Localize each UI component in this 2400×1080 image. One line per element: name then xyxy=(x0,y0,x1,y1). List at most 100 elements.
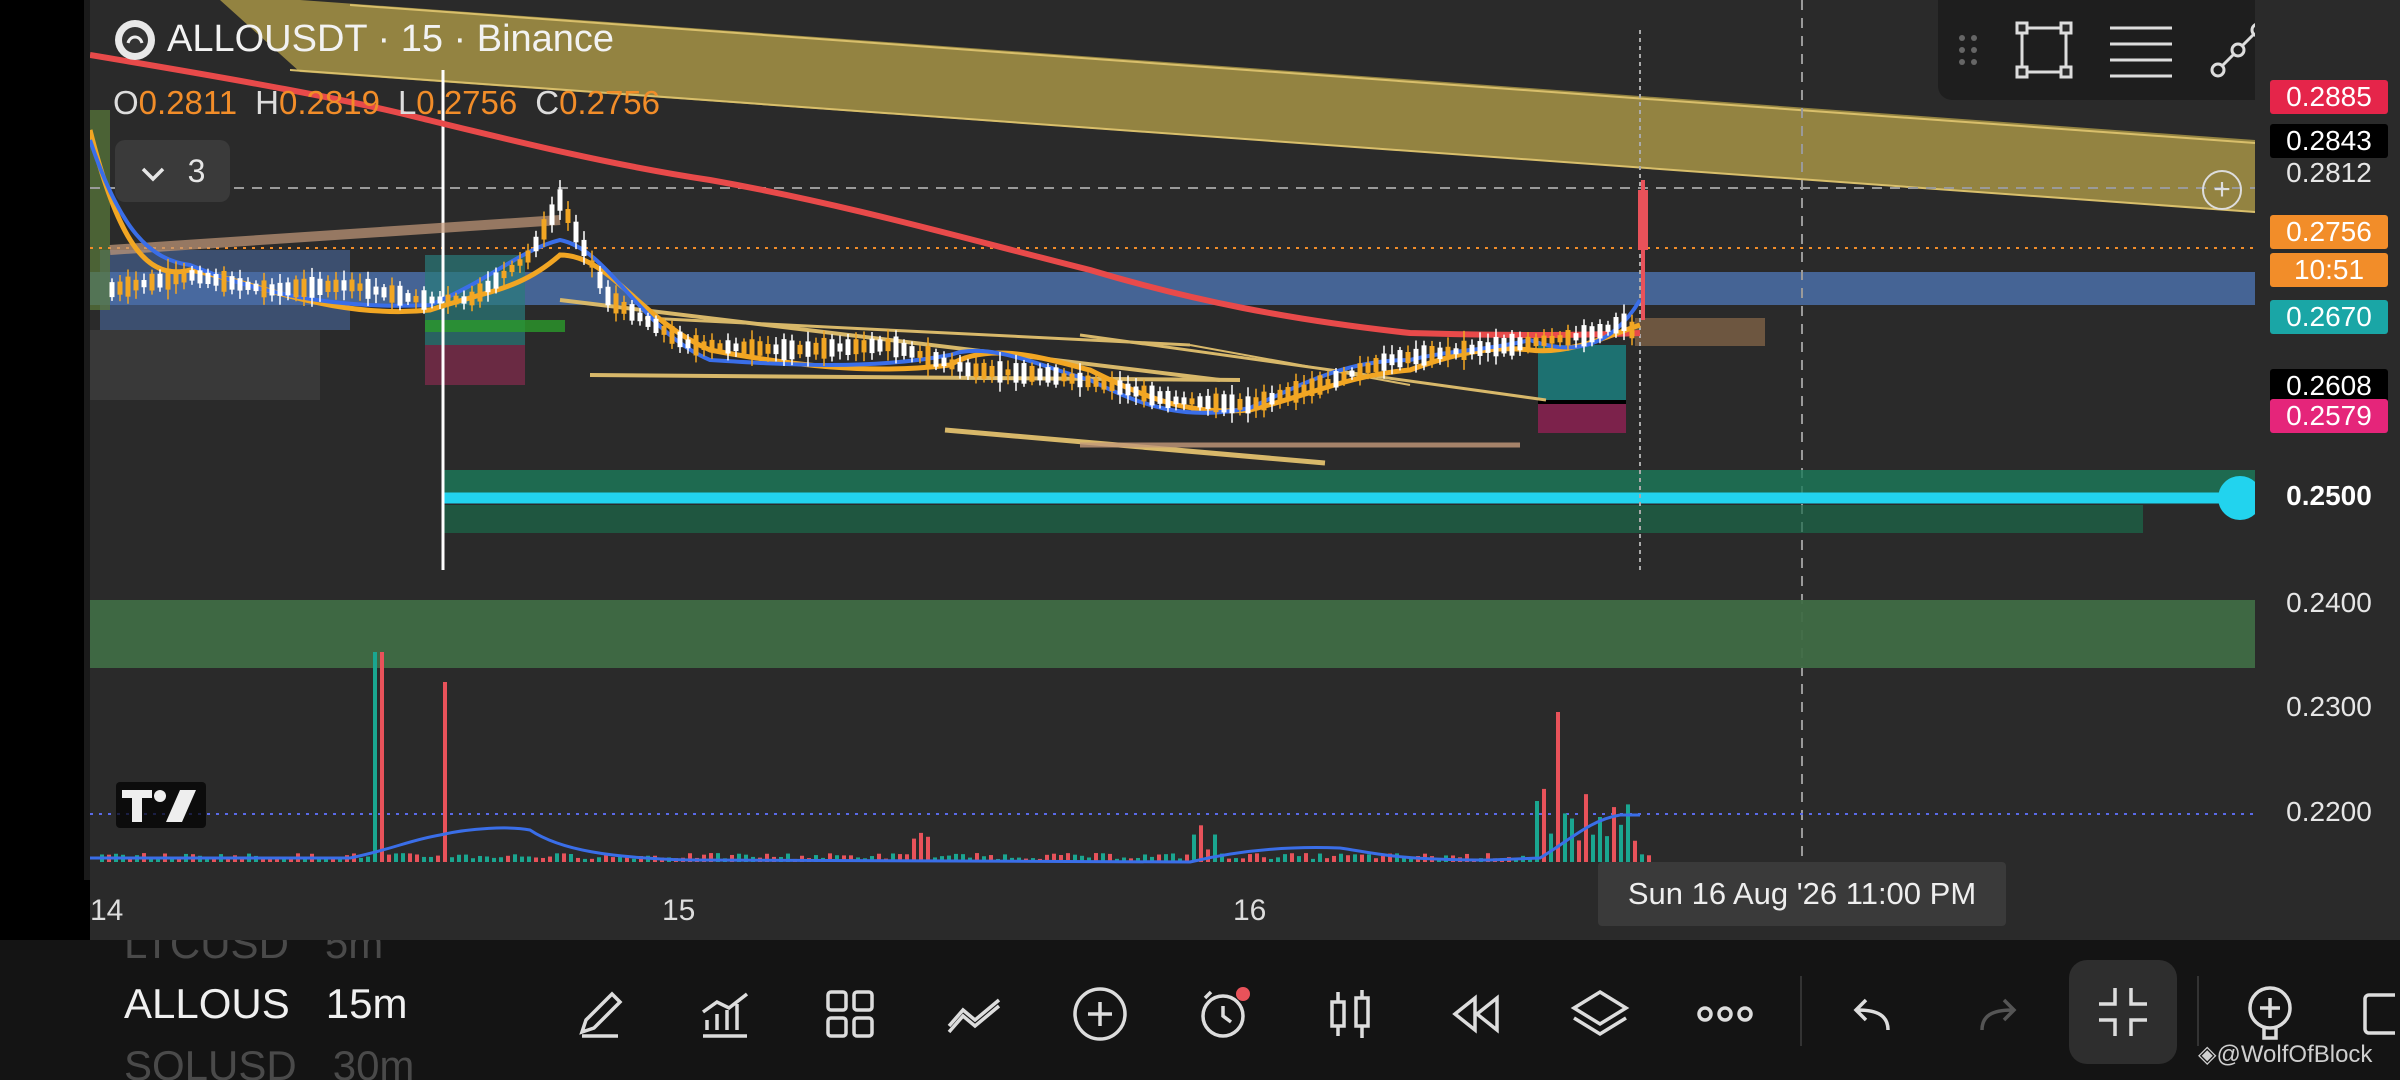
candle-body xyxy=(565,209,571,223)
layers-icon[interactable] xyxy=(1570,984,1630,1044)
candle-body xyxy=(125,276,131,297)
candle-body xyxy=(213,274,219,286)
price-label: 0.2400 xyxy=(2286,587,2372,618)
exit-fullscreen-icon[interactable] xyxy=(2069,960,2177,1064)
alert-clock-icon[interactable] xyxy=(1195,984,1255,1044)
chevron-down-icon xyxy=(140,153,166,190)
candle-body xyxy=(1253,397,1259,410)
volume-bar xyxy=(632,858,636,862)
diamond-icon: ◈ xyxy=(2198,1041,2217,1068)
volume-bar xyxy=(1374,858,1378,862)
rectangle-icon[interactable] xyxy=(2014,20,2074,80)
volume-bar xyxy=(492,857,496,862)
watchlist-picker[interactable]: LTCUSD 5m ALLOUS 15m SOLUSD 30m xyxy=(124,940,464,1080)
volume-bar xyxy=(1353,854,1357,862)
candle-body xyxy=(661,325,667,335)
replay-icon[interactable] xyxy=(1445,984,1505,1044)
bottom-toolbar: LTCUSD 5m ALLOUS 15m SOLUSD 30m xyxy=(0,940,2400,1080)
price-label: 0.2608 xyxy=(2270,369,2388,403)
candle-body xyxy=(1373,358,1379,372)
candle-body xyxy=(733,343,739,352)
candle-body xyxy=(1197,396,1203,408)
candle-body xyxy=(1053,367,1059,385)
candle-body xyxy=(189,270,195,281)
volume-bar xyxy=(1325,858,1329,862)
candle-body xyxy=(853,339,859,355)
candle-body xyxy=(1349,370,1355,377)
candle-body xyxy=(1397,350,1403,368)
panel-icon[interactable] xyxy=(2350,984,2400,1044)
time-axis[interactable]: 14 15 16 xyxy=(90,880,2400,940)
candles-icon[interactable] xyxy=(1320,984,1380,1044)
volume-bar xyxy=(1192,834,1196,862)
candle-body xyxy=(1173,396,1179,405)
ohlc-open-label: O xyxy=(113,84,139,121)
price-chart[interactable] xyxy=(90,0,2255,880)
redo-icon[interactable] xyxy=(1968,984,2028,1044)
candle-body xyxy=(1365,362,1371,373)
candle-body xyxy=(1237,398,1243,410)
candle-body xyxy=(1045,367,1051,383)
volume-bar xyxy=(926,836,930,862)
candle-body xyxy=(509,264,515,273)
price-axis[interactable]: 0.2885 0.2843 0.2812 0.2756 10:51 0.2670 0.260… xyxy=(2255,0,2400,880)
candle-body xyxy=(1445,346,1451,358)
candle-body xyxy=(821,337,827,359)
candle-body xyxy=(653,318,659,333)
zoom-in-icon[interactable] xyxy=(2240,984,2300,1044)
crosshair-time-label: Sun 16 Aug '26 11:00 PM xyxy=(1598,862,2006,926)
volume-bar xyxy=(380,652,384,862)
candle-body xyxy=(1269,392,1275,405)
time-label: 14 xyxy=(90,894,124,927)
watchlist-item[interactable]: SOLUSD 30m xyxy=(124,1042,464,1080)
plus-circle-icon[interactable] xyxy=(1070,984,1130,1044)
symbol-header[interactable]: ALLOUSDT · 15 · Binance xyxy=(115,18,614,61)
candle-body xyxy=(405,293,411,302)
candle-body xyxy=(773,344,779,355)
fib-lines-icon[interactable] xyxy=(2108,20,2174,80)
tradingview-logo-icon xyxy=(116,782,206,833)
volume-bar xyxy=(1332,855,1336,862)
ohlc-high: 0.2819 xyxy=(279,84,380,121)
volume-bar xyxy=(1633,840,1637,862)
more-icon[interactable] xyxy=(1695,984,1755,1044)
price-label: 0.2812 xyxy=(2286,157,2372,188)
candle-body xyxy=(1509,333,1515,356)
drag-handle-icon[interactable] xyxy=(1956,30,1980,70)
candle-body xyxy=(693,335,699,356)
candle-body xyxy=(941,357,947,367)
candle-body xyxy=(717,343,723,350)
candle-body xyxy=(1525,336,1531,349)
candle-body xyxy=(1453,348,1459,355)
candle-body xyxy=(581,239,587,257)
indicators-icon[interactable] xyxy=(695,984,755,1044)
candle-body xyxy=(197,270,203,284)
volume-bar xyxy=(597,857,601,862)
candle-body xyxy=(1245,396,1251,414)
add-crosshair-icon[interactable]: + xyxy=(2202,170,2242,210)
candle-body xyxy=(1421,345,1427,366)
volume-bar xyxy=(1199,825,1203,862)
symbol-title: ALLOUSDT · 15 · Binance xyxy=(167,18,615,60)
candle-body xyxy=(1581,325,1587,347)
undo-icon[interactable] xyxy=(1842,984,1902,1044)
watchlist-item-active[interactable]: ALLOUS 15m xyxy=(124,980,464,1028)
candle-body xyxy=(573,221,579,243)
price-label: 0.2579 xyxy=(2270,399,2388,433)
volume-bar xyxy=(394,853,398,862)
candle-body xyxy=(701,341,707,351)
candle-body xyxy=(557,189,563,211)
candle-body xyxy=(1133,386,1139,397)
volume-bar xyxy=(1549,833,1553,862)
candle-body xyxy=(1101,378,1107,390)
chart-canvas[interactable] xyxy=(90,0,2255,880)
pencil-icon[interactable] xyxy=(570,984,630,1044)
compare-icon[interactable] xyxy=(945,984,1005,1044)
toolbar-divider xyxy=(2197,976,2199,1046)
watchlist-item[interactable]: LTCUSD 5m xyxy=(124,940,464,968)
grid-icon[interactable] xyxy=(820,984,880,1044)
candle-body xyxy=(349,279,355,292)
candle-body xyxy=(1021,363,1027,384)
indicators-toggle-button[interactable]: 3 xyxy=(115,140,230,202)
price-label: 0.2500 xyxy=(2286,480,2372,511)
